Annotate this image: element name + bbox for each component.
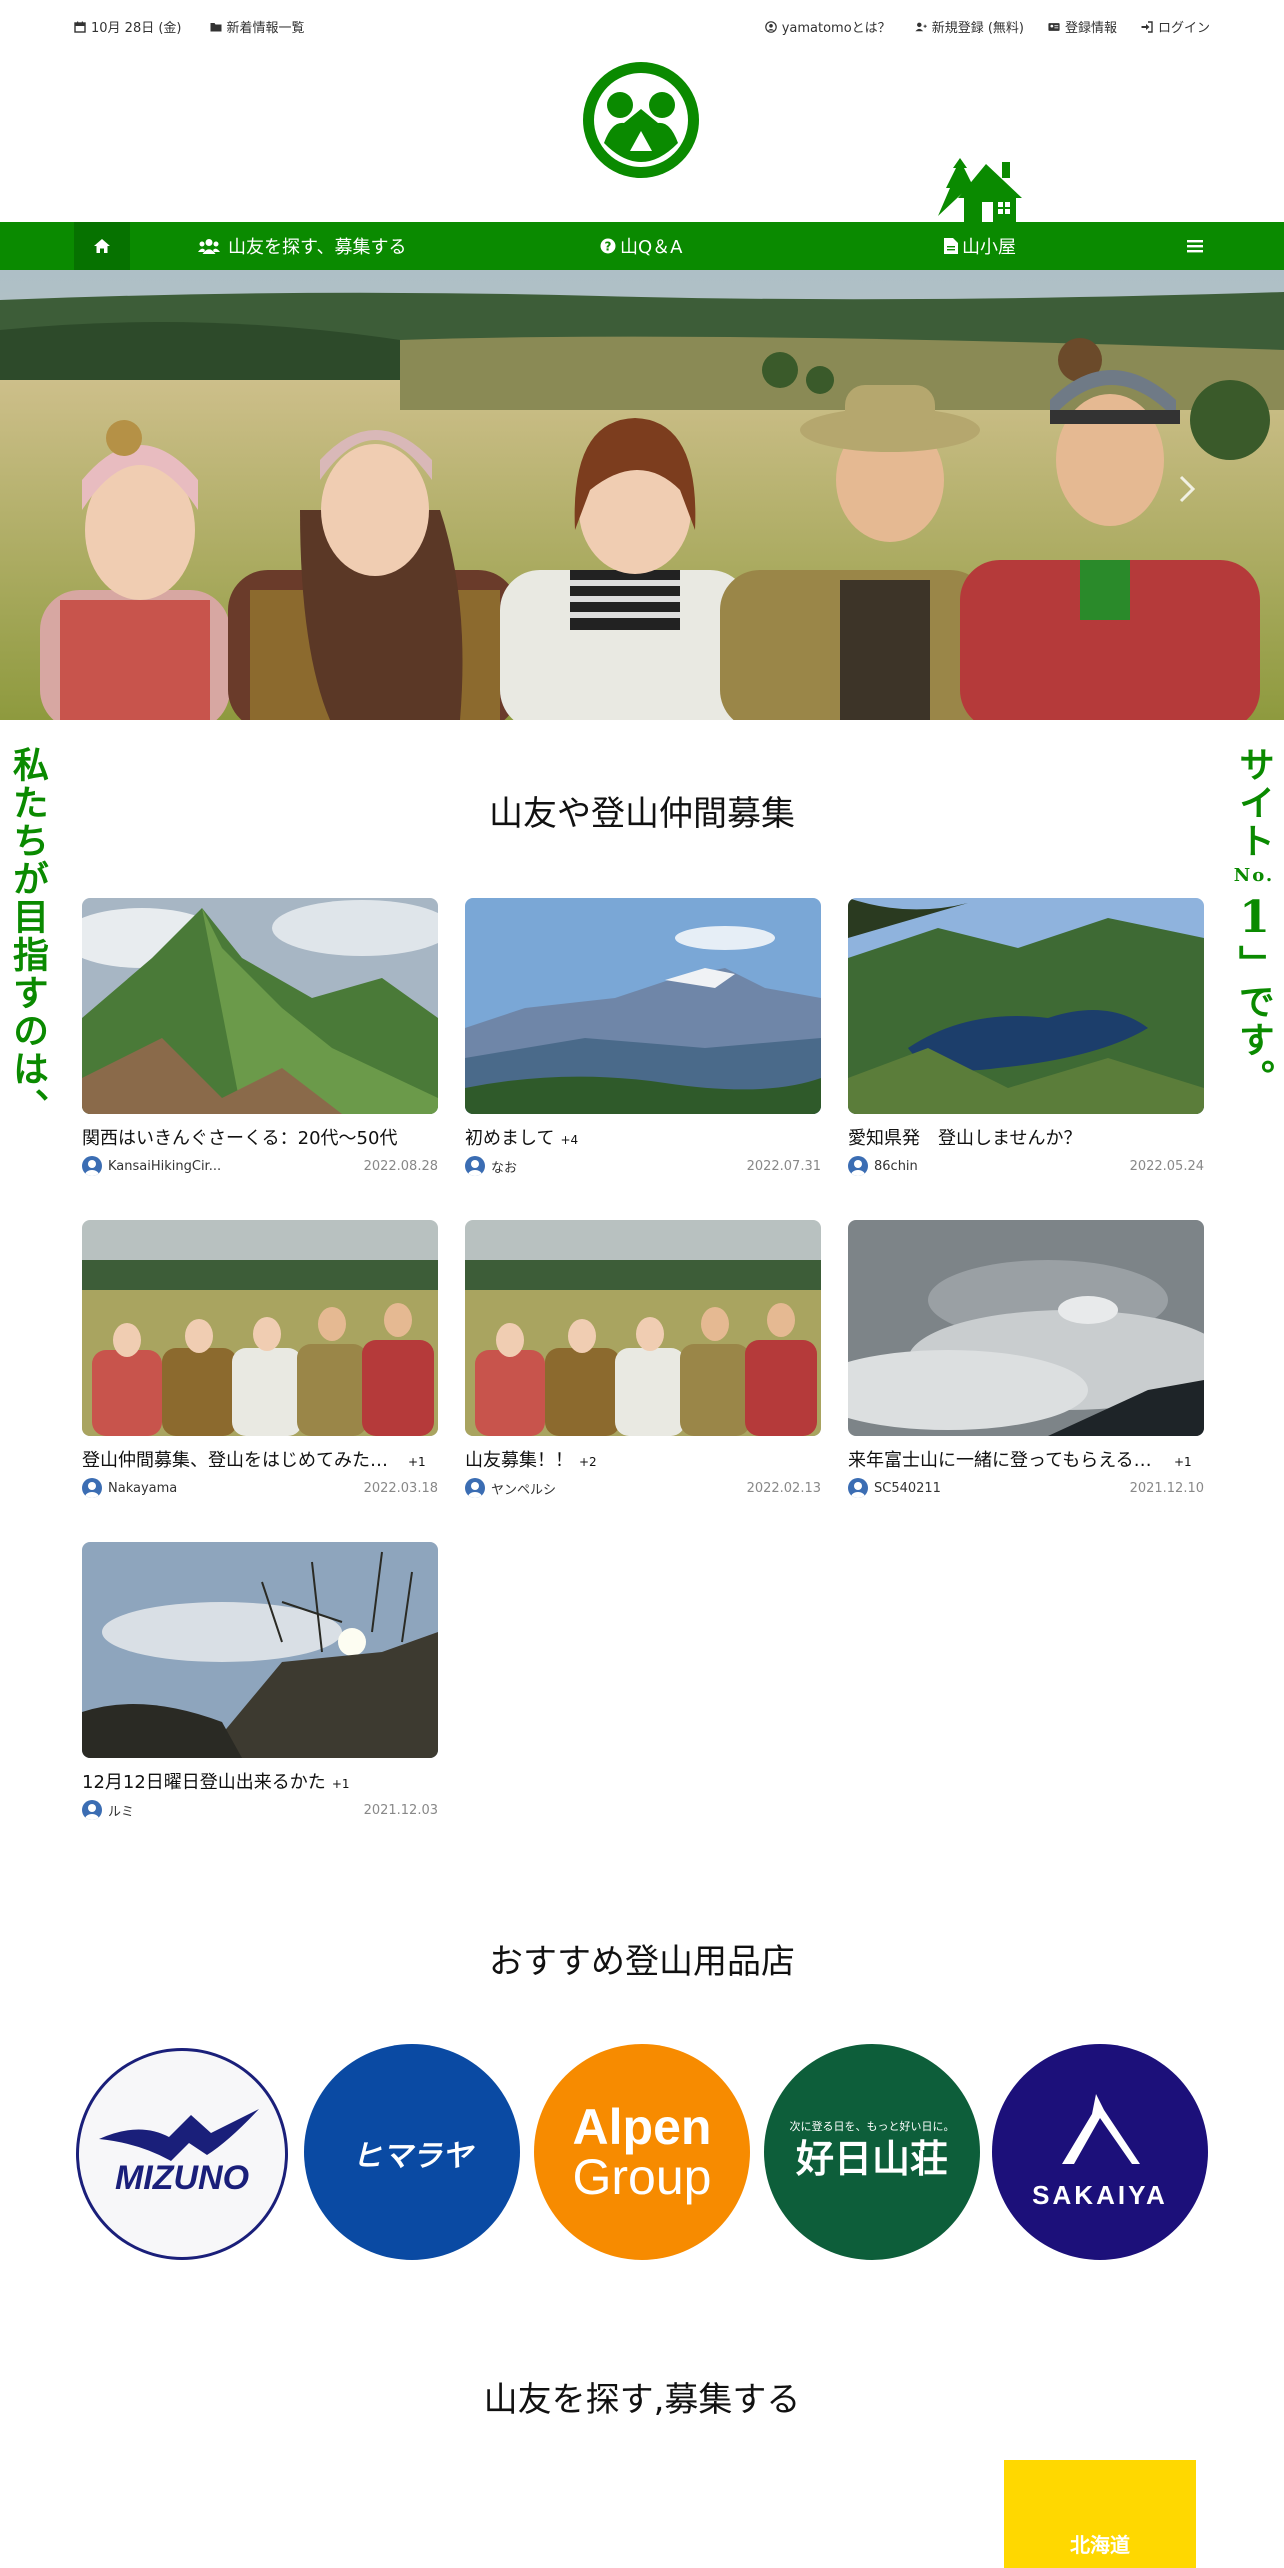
sakaiya-logo: SAKAIYA (1032, 2094, 1168, 2210)
avatar-icon (82, 1478, 102, 1498)
post-author: Nakayama (82, 1478, 177, 1498)
mizuno-logo: MIZUNO (99, 2109, 259, 2197)
post-card[interactable]: 初めまして +4 なお 2022.07.31 (465, 898, 821, 1176)
avatar-icon (465, 1478, 485, 1498)
post-thumbnail (848, 898, 1204, 1114)
hero-image (0, 270, 1284, 720)
mountain-hut-icon (938, 158, 1022, 224)
calendar-icon (74, 21, 86, 33)
post-title: 来年富士山に一緒に登ってもらえる方... +1 (848, 1450, 1192, 1471)
hero-carousel[interactable] (0, 270, 1284, 720)
post-thumbnail (848, 1220, 1204, 1436)
post-date: 2022.05.24 (1129, 1158, 1204, 1174)
section-title-shops: おすすめ登山用品店 (489, 1942, 795, 1982)
post-thumbnail (82, 1220, 438, 1436)
users-icon (198, 239, 220, 254)
nav-home[interactable] (74, 222, 130, 270)
carousel-next-arrow[interactable] (1178, 474, 1196, 504)
post-title: 関西はいきんぐさーくる：20代～50代 (82, 1128, 398, 1149)
avatar-icon (848, 1478, 868, 1498)
post-card[interactable]: 登山仲間募集、登山をはじめてみたい... +1 Nakayama 2022.03.1… (82, 1220, 438, 1498)
post-date: 2022.07.31 (746, 1158, 821, 1174)
post-author: SC540211 (848, 1478, 941, 1498)
post-thumbnail (82, 1542, 438, 1758)
svg-text:ヒマラヤ: ヒマラヤ (352, 2139, 475, 2174)
site-logo[interactable] (580, 59, 702, 181)
bars-icon (1187, 240, 1203, 253)
shop-sakaiya[interactable]: SAKAIYA (992, 2044, 1208, 2260)
section-title-recruit: 山友や登山仲間募集 (489, 794, 795, 834)
user-circle-icon (764, 20, 777, 33)
id-card-icon (1048, 22, 1060, 31)
post-author: ヤンペルシ (465, 1478, 556, 1498)
avatar-icon (465, 1156, 485, 1176)
post-thumbnail (465, 898, 821, 1114)
svg-text:次に登る日を、もっと好い日に。: 次に登る日を、もっと好い日に。 (790, 2119, 955, 2133)
post-card[interactable]: 12月12日曜日登山出来るかた +1 ルミ 2021.12.03 (82, 1542, 438, 1820)
svg-text:好日山荘: 好日山荘 (795, 2136, 948, 2181)
sign-in-icon (1141, 20, 1153, 33)
post-card[interactable]: 山友募集！！ +2 ヤンペルシ 2022.02.13 (465, 1220, 821, 1498)
file-icon (944, 238, 958, 254)
hamburger-menu-button[interactable] (1180, 222, 1210, 270)
post-author: なお (465, 1156, 517, 1176)
svg-text:MIZUNO: MIZUNO (115, 2159, 249, 2197)
question-circle-icon: ? (600, 238, 616, 254)
shop-himaraya[interactable]: ヒマラヤ (304, 2044, 520, 2260)
avatar-icon (82, 1800, 102, 1820)
avatar-icon (848, 1156, 868, 1176)
post-author: 86chin (848, 1156, 918, 1176)
about-link[interactable]: yamatomoとは？ (764, 17, 891, 36)
post-date: 2021.12.10 (1129, 1480, 1204, 1496)
himaraya-logo: ヒマラヤ (352, 2139, 475, 2174)
post-card[interactable]: 関西はいきんぐさーくる：20代～50代 KansaiHikingCir... 20… (82, 898, 438, 1176)
folder-icon (210, 22, 221, 31)
post-date: 2021.12.03 (363, 1802, 438, 1818)
register-link[interactable]: 新規登録 (無料) (915, 17, 1024, 36)
profile-link[interactable]: 登録情報 (1048, 17, 1117, 36)
region-hokkaido-button[interactable]: 北海道 (1004, 2460, 1196, 2568)
shop-alpen[interactable]: Alpen Group (534, 2044, 750, 2260)
news-link[interactable]: 新着情報一覧 (210, 17, 305, 36)
date-display: 10月 28日 (金) (74, 17, 182, 36)
post-title: 山友募集！！ +2 (465, 1450, 597, 1471)
shop-kojitsu[interactable]: 次に登る日を、もっと好い日に。 好日山荘 (764, 2044, 980, 2260)
top-bar: 10月 28日 (金) 新着情報一覧 yamatomoとは？ 新規登録 (無料)… (0, 0, 1284, 52)
shop-mizuno[interactable]: MIZUNO (76, 2048, 288, 2260)
section-title-find: 山友を探す,募集する (483, 2380, 801, 2420)
home-icon (94, 239, 110, 253)
user-plus-icon (915, 22, 927, 31)
post-date: 2022.03.18 (363, 1480, 438, 1496)
svg-text:SAKAIYA: SAKAIYA (1032, 2180, 1168, 2210)
kojitsu-logo: 次に登る日を、もっと好い日に。 好日山荘 (790, 2119, 955, 2181)
nav-hut[interactable]: 山小屋 (944, 222, 1016, 270)
post-thumbnail (465, 1220, 821, 1436)
avatar-icon (82, 1156, 102, 1176)
svg-text:?: ? (605, 240, 612, 254)
svg-text:Group: Group (573, 2149, 712, 2205)
post-thumbnail (82, 898, 438, 1114)
side-no-label: No. (1233, 865, 1275, 886)
post-card[interactable]: 来年富士山に一緒に登ってもらえる方... +1 SC540211 2021.12.1… (848, 1220, 1204, 1498)
post-date: 2022.02.13 (746, 1480, 821, 1496)
nav-find-friends[interactable]: 山友を探す、募集する (198, 222, 407, 270)
post-title: 12月12日曜日登山出来るかた +1 (82, 1772, 350, 1793)
post-title: 愛知県発 登山しませんか？ (848, 1128, 1082, 1149)
post-card[interactable]: 愛知県発 登山しませんか？ 86chin 2022.05.24 (848, 898, 1204, 1176)
post-title: 登山仲間募集、登山をはじめてみたい... +1 (82, 1450, 426, 1471)
post-author: ルミ (82, 1800, 134, 1820)
post-title: 初めまして +4 (465, 1128, 579, 1149)
main-nav: 山友を探す、募集する ? 山Q＆A 山小屋 (0, 222, 1284, 270)
alpen-logo: Alpen Group (573, 2099, 712, 2205)
post-author: KansaiHikingCir... (82, 1156, 221, 1176)
nav-qa[interactable]: ? 山Q＆A (600, 222, 682, 270)
post-date: 2022.08.28 (363, 1158, 438, 1174)
login-link[interactable]: ログイン (1141, 17, 1210, 36)
svg-text:Alpen: Alpen (573, 2099, 712, 2155)
